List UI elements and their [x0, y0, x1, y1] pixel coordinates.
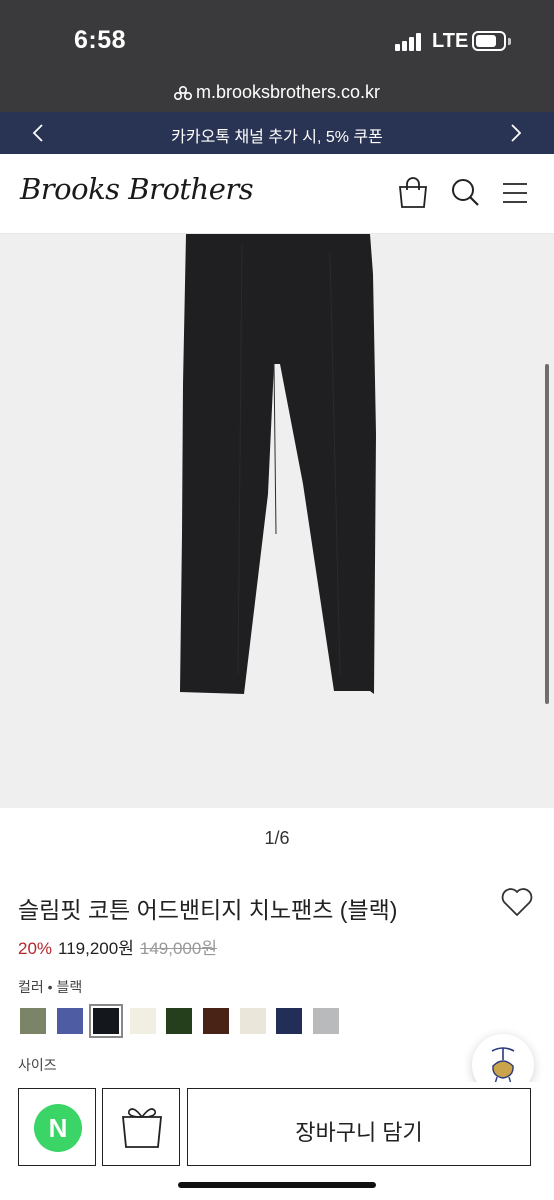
color-swatch[interactable] [56, 1008, 83, 1034]
address-bar[interactable]: m.brooksbrothers.co.kr [0, 78, 554, 112]
site-header: Brooks Brothers [0, 154, 554, 234]
chevron-right-icon[interactable] [504, 122, 526, 144]
color-label: 컬러 • 블랙 [18, 979, 83, 995]
search-icon[interactable] [448, 176, 482, 210]
brand-logo[interactable]: Brooks Brothers [20, 172, 254, 206]
site-info-icon [173, 85, 192, 100]
signal-icon [395, 33, 423, 51]
gift-button[interactable] [102, 1088, 180, 1166]
color-swatch[interactable] [203, 1008, 229, 1034]
status-bar: 6:58 LTE [0, 0, 554, 78]
color-swatch[interactable] [166, 1008, 193, 1034]
bottom-action-bar: N 장바구니 담기 [0, 1082, 554, 1200]
size-label: 사이즈 [18, 1057, 57, 1073]
add-to-cart-button[interactable]: 장바구니 담기 [187, 1088, 531, 1166]
promo-text[interactable]: 카카오톡 채널 추가 시, 5% 쿠폰 [60, 123, 494, 147]
scroll-indicator [545, 364, 549, 704]
sale-price: 119,200원 [58, 939, 134, 958]
add-to-cart-label: 장바구니 담기 [295, 1120, 423, 1145]
naver-pay-icon: N [34, 1104, 82, 1152]
battery-icon [472, 31, 506, 51]
promo-banner[interactable]: 카카오톡 채널 추가 시, 5% 쿠폰 [0, 112, 554, 154]
url-display[interactable]: m.brooksbrothers.co.kr [0, 82, 554, 103]
product-title: 슬림핏 코튼 어드밴티지 치노팬츠 (블랙) [18, 897, 398, 923]
home-indicator [178, 1182, 376, 1188]
color-swatch[interactable] [129, 1008, 156, 1034]
url-text: m.brooksbrothers.co.kr [195, 82, 381, 102]
naver-pay-button[interactable]: N [18, 1088, 96, 1166]
color-swatch[interactable] [89, 1004, 124, 1038]
color-swatch[interactable] [20, 1008, 46, 1034]
chevron-left-icon[interactable] [28, 122, 50, 144]
gallery-pager: 1/6 [264, 828, 290, 848]
naver-pay-label: N [49, 1113, 68, 1143]
battery-tip [508, 38, 511, 45]
product-photo-pants [180, 234, 376, 694]
original-price: 149,000원 [139, 939, 217, 958]
price-row: 20% 119,200원 149,000원 [18, 934, 217, 959]
gift-icon [122, 1108, 162, 1148]
network-label: LTE [432, 30, 469, 52]
color-swatch[interactable] [312, 1008, 339, 1034]
color-swatch[interactable] [239, 1008, 266, 1034]
color-swatch[interactable] [276, 1008, 303, 1034]
status-time: 6:58 [74, 26, 127, 54]
heart-icon[interactable] [500, 886, 534, 918]
menu-icon[interactable] [498, 176, 532, 210]
product-image-carousel[interactable] [0, 234, 554, 808]
discount-rate: 20% [18, 939, 53, 958]
shopping-bag-icon[interactable] [396, 176, 430, 210]
